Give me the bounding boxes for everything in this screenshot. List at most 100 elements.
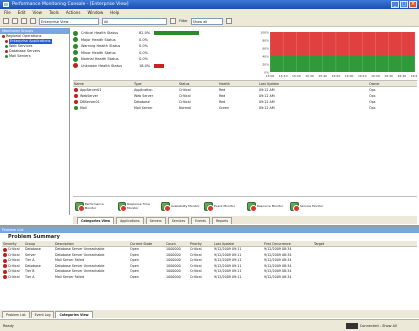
connection-text: Connected - Show All [359,324,397,328]
window-title: Performance Monitoring Console - [Enterp… [12,2,129,7]
problem-column-count[interactable]: Count [165,241,189,246]
table-cell-updated: 09:12 AM [259,106,275,110]
category-item[interactable]: Resource Monitor [247,202,287,212]
chart-y-tick-label: 60% [262,47,269,51]
forward-icon[interactable] [12,18,18,24]
status-dot-icon [5,40,8,43]
chart-x-tick-label: 16:40 [397,74,406,78]
chart-svg: 100%80%60%40%20%0%15:00 15:10 15:20 15:30 15… [260,31,419,79]
health-status-bar [154,31,200,36]
health-history-chart: 100% 80% 60% 40% 20% 0% 15:00 15:10 15:20 15:30 15… [252,30,419,80]
menu-bar: File Edit View Tools Actions Window Help [0,9,419,16]
menu-item-help[interactable]: Help [110,9,119,16]
chart-y-tick-label: 100% [260,31,269,35]
severity-critical-icon [3,253,7,258]
category-label: Service Monitor [300,203,324,208]
health-status-percent: 18.0% [139,63,151,68]
category-item[interactable]: Availability Monitor [161,202,201,212]
problem-column-group[interactable]: Group [24,241,54,246]
status-dot-icon [2,35,5,38]
category-item[interactable]: Event Monitor [204,202,244,212]
tab-servers[interactable]: Servers [145,217,166,224]
health-status-icon [73,56,78,62]
view-tabs: Categories View Applications Servers Servic… [73,216,417,224]
scope-select[interactable]: All [102,17,167,25]
category-label: Resource Monitor [257,203,284,208]
tab-applications[interactable]: Applications [116,217,144,224]
menu-item-edit[interactable]: Edit [18,9,26,16]
filter-select[interactable]: Show all [190,17,223,25]
menu-item-window[interactable]: Window [87,9,103,16]
column-header-name[interactable]: Name [73,81,133,86]
problem-column-target[interactable]: Target [313,241,353,246]
category-monitor-icon [247,202,257,212]
tab-services[interactable]: Services [167,217,190,224]
settings-icon[interactable] [225,18,232,24]
menu-item-actions[interactable]: Actions [66,9,81,16]
column-header-owner[interactable]: Owner [368,81,413,86]
health-status-icon [73,30,78,36]
menu-item-file[interactable]: File [4,9,11,16]
bottom-tab-problem-list[interactable]: Problem List [2,311,30,318]
refresh-icon[interactable] [21,18,27,24]
chart-y-tick-label: 20% [262,63,269,67]
health-status-name: Critical Health Status [81,31,119,36]
search-icon[interactable] [170,18,176,24]
category-strip: Performance Monitor Response Time Monitor… [73,196,417,216]
health-status-row[interactable]: Unknown Health Status 18.0% [73,63,253,70]
problem-column-severity[interactable]: Severity [2,241,24,246]
tree-item-label: Mail Servers [9,54,31,58]
back-icon[interactable] [3,18,9,24]
chart-x-tick-label: 15:00 [266,74,275,78]
status-bar: Ready Connected - Show All [0,319,419,331]
chart-x-tick-label: 15:50 [332,74,341,78]
view-select[interactable]: Enterprise View [39,17,99,25]
problem-pane: Problem List Problem Summary Severity Gro… [0,225,419,318]
column-header-health[interactable]: Health [218,81,258,86]
health-status-icon [73,37,78,43]
health-status-name: Minor Health Status [81,50,116,55]
tab-events[interactable]: Events [191,217,210,224]
health-status-list: Critical Health Status 82.0% Major Health … [73,30,253,78]
problem-column-current-state[interactable]: Current State [129,241,165,246]
health-status-icon [73,50,78,56]
category-monitor-icon [204,202,214,212]
problem-column-last-update[interactable]: Last Update [213,241,263,246]
minimize-button[interactable]: _ [391,1,399,8]
problem-cell-state: Open [130,274,139,279]
bottom-tab-categories-view[interactable]: Categories View [55,311,93,318]
table-row[interactable]: Mail Mail Server Normal Green 09:12 AM Ops [73,105,417,111]
menu-item-view[interactable]: View [32,9,42,16]
tree-item[interactable]: Mail Servers [0,54,69,59]
app-icon [3,2,9,7]
chart-x-tick-label: 15:20 [292,74,301,78]
column-header-last-update[interactable]: Last Update [258,81,368,86]
category-item[interactable]: Response Time Monitor [118,202,158,212]
column-header-status[interactable]: Status [178,81,218,86]
menu-item-tools[interactable]: Tools [49,9,59,16]
table-cell-health: Green [219,106,229,110]
category-item[interactable]: Performance Monitor [75,202,115,212]
problem-column-first-occurrence[interactable]: First Occurrence [263,241,313,246]
health-status-percent: 82.0% [139,31,151,36]
maximize-button[interactable]: □ [400,1,408,8]
problem-cell-count: 1000000 [166,274,181,279]
problem-row[interactable]: Critical Tier A Mail Server Failed Open 1000… [2,275,417,281]
problem-column-priority[interactable]: Priority [189,241,213,246]
status-dot-icon [74,100,78,104]
health-status-percent: 0.0% [139,57,148,62]
chart-x-tick-label: 15:30 [305,74,314,78]
chart-x-tick-label: 15:10 [279,74,288,78]
home-icon[interactable] [30,18,36,24]
status-text: Ready [3,324,14,328]
category-label: Performance Monitor [84,202,104,210]
tab-reports[interactable]: Reports [211,217,233,224]
close-button[interactable]: × [409,1,417,8]
category-item[interactable]: Service Monitor [290,202,330,212]
column-header-type[interactable]: Type [133,81,178,86]
tab-categories-view[interactable]: Categories View [77,217,115,224]
problem-column-description[interactable]: Description [54,241,129,246]
problem-cell-prio: Critical [190,274,202,279]
toolbar: Enterprise View All Filter Show all [0,16,419,27]
bottom-tab-event-log[interactable]: Event Log [30,311,55,318]
